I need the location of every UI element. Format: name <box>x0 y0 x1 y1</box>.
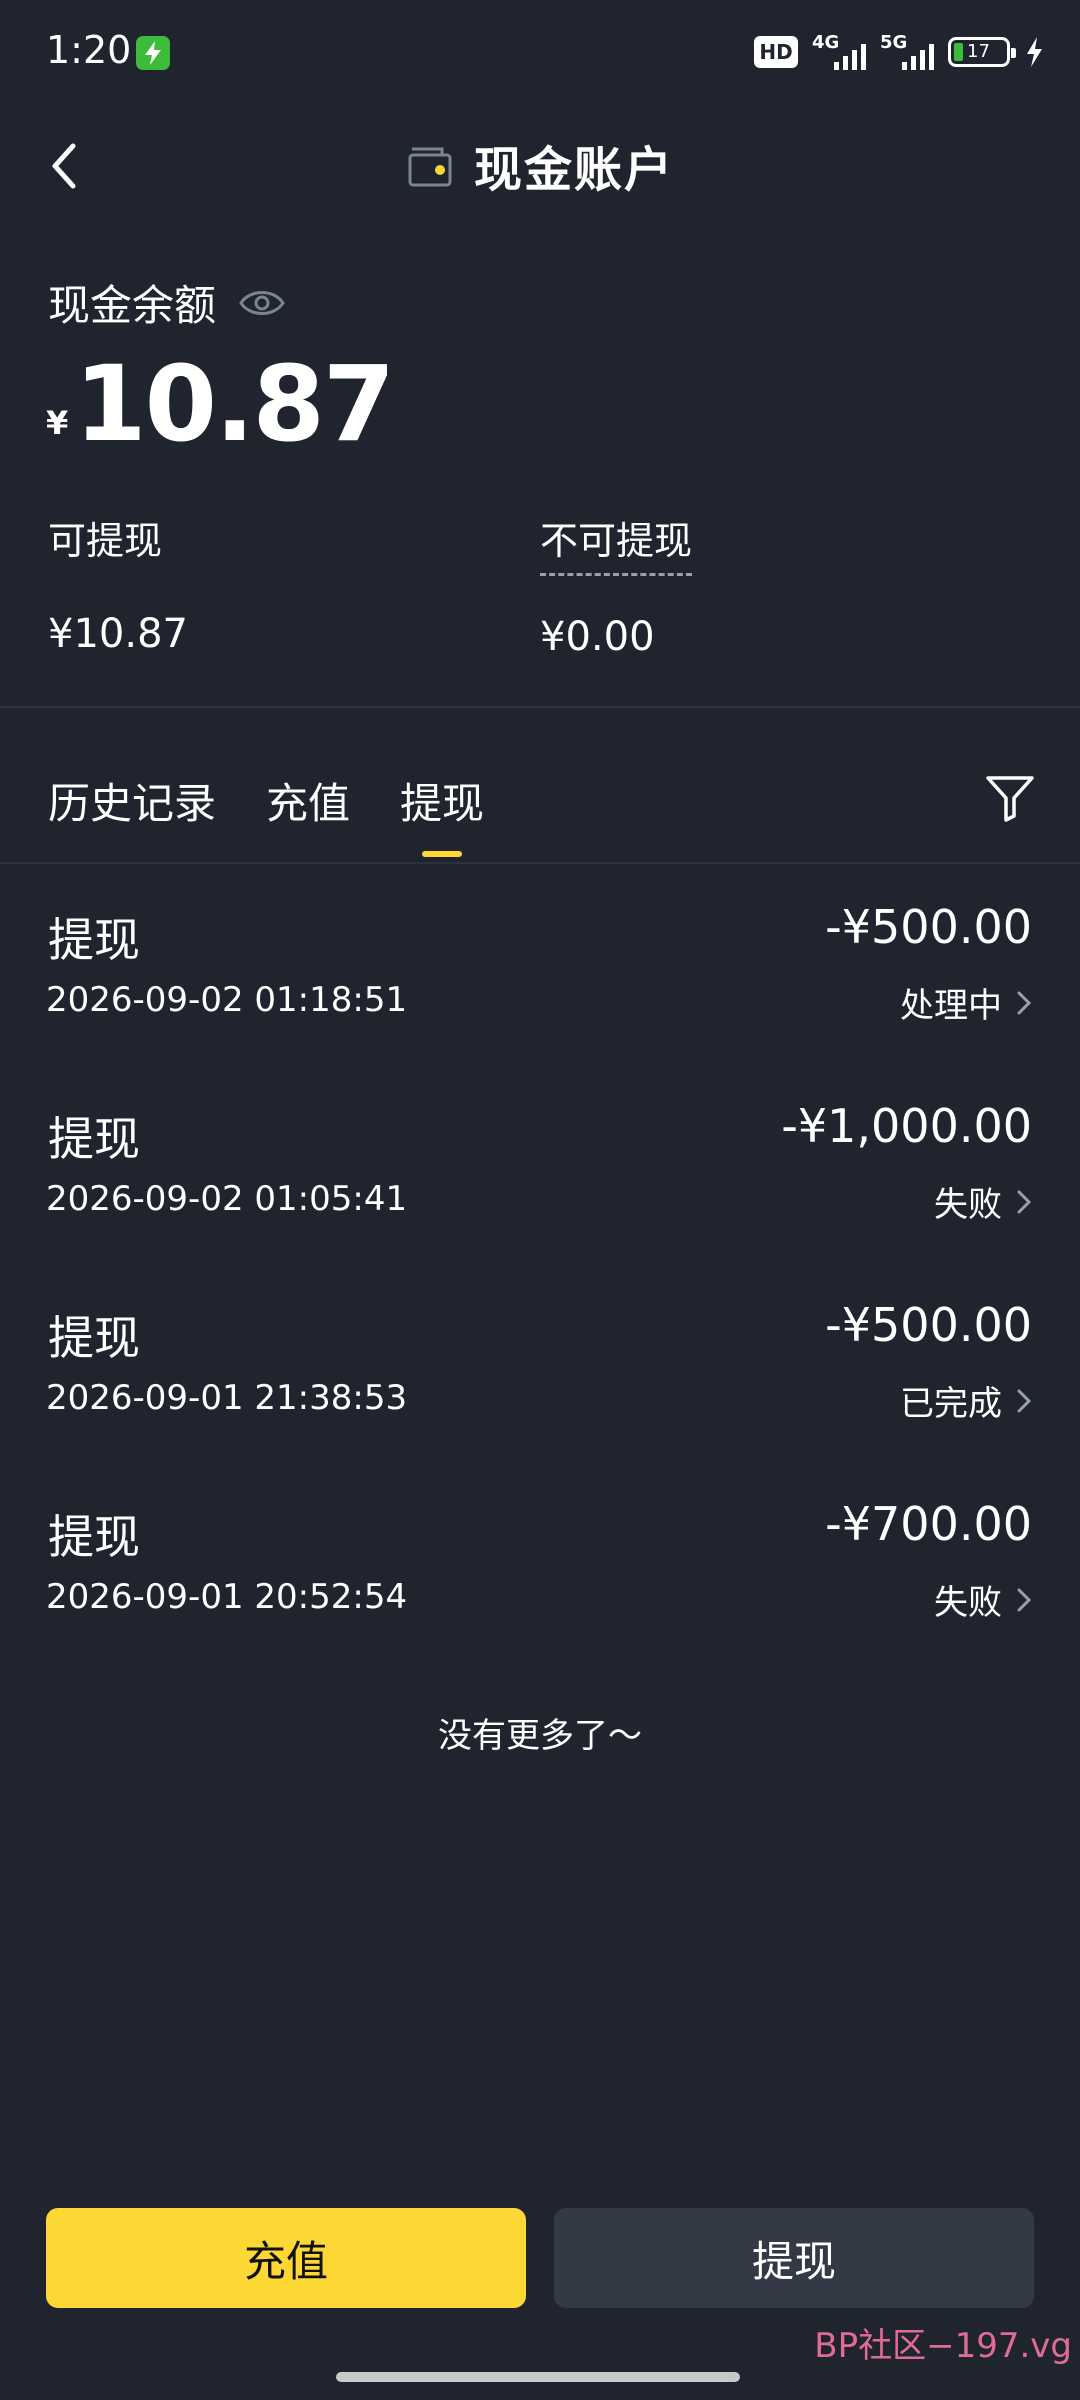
filter-icon[interactable] <box>984 772 1036 824</box>
charging-bolt-icon <box>1027 37 1042 67</box>
balance-value: 10.87 <box>74 343 395 465</box>
record-time: 2026-09-01 20:52:54 <box>46 1577 408 1617</box>
record-type: 提现 <box>48 1510 140 1564</box>
record-status: 失败 <box>934 1575 1032 1624</box>
record-status: 失败 <box>934 1177 1032 1226</box>
record-status-label: 失败 <box>934 1185 1002 1225</box>
chevron-right-icon <box>1017 1588 1032 1611</box>
withdrawable-section: 可提现 ¥10.87 <box>48 510 188 657</box>
wallet-icon <box>408 147 452 187</box>
record-amount: -¥700.00 <box>825 1497 1032 1551</box>
watermark: BP社区−197.vg <box>814 2326 1072 2366</box>
cash-account-screen: 1:20 HD 4G 5G 17 现金账户 现金余额 ¥ 10.87 可提现 ¥… <box>0 0 1080 2400</box>
tab-bar: 历史记录 充值 提现 <box>48 770 484 861</box>
non-withdrawable-value: ¥0.00 <box>540 614 655 660</box>
eye-icon[interactable] <box>238 286 286 320</box>
record-amount: -¥1,000.00 <box>781 1099 1032 1153</box>
currency-symbol: ¥ <box>46 404 69 442</box>
record-status: 已完成 <box>900 1376 1032 1425</box>
chevron-right-icon <box>1017 1389 1032 1412</box>
withdrawable-label: 可提现 <box>48 519 163 563</box>
list-item[interactable]: 提现 -¥500.00 2026-09-01 21:38:53 已完成 <box>0 1278 1080 1477</box>
withdrawable-value: ¥10.87 <box>48 611 188 657</box>
chevron-right-icon <box>1017 991 1032 1014</box>
recharge-button[interactable]: 充值 <box>46 2208 526 2308</box>
signal-5g-icon: 5G <box>880 32 934 72</box>
record-status-label: 已完成 <box>900 1384 1002 1424</box>
chevron-right-icon <box>1017 1190 1032 1213</box>
status-icons: HD 4G 5G 17 <box>754 30 1044 74</box>
balance-amount: ¥ 10.87 <box>46 343 395 465</box>
status-time: 1:20 <box>46 28 132 72</box>
home-indicator[interactable] <box>336 2372 740 2382</box>
hd-icon: HD <box>754 36 798 68</box>
tab-recharge[interactable]: 充值 <box>266 770 350 861</box>
battery-icon: 17 <box>948 37 1016 67</box>
record-type: 提现 <box>48 1311 140 1365</box>
record-status-label: 失败 <box>934 1583 1002 1623</box>
tab-withdraw[interactable]: 提现 <box>400 770 484 861</box>
balance-label: 现金余额 <box>48 281 217 330</box>
record-time: 2026-09-02 01:05:41 <box>46 1179 408 1219</box>
divider <box>0 862 1080 864</box>
list-item[interactable]: 提现 -¥700.00 2026-09-01 20:52:54 失败 <box>0 1477 1080 1676</box>
page-title: 现金账户 <box>473 142 674 198</box>
status-bar: 1:20 HD 4G 5G 17 <box>0 0 1080 106</box>
non-withdrawable-label[interactable]: 不可提现 <box>540 510 693 576</box>
signal-4g-icon: 4G <box>812 32 866 72</box>
record-status-label: 处理中 <box>900 986 1002 1026</box>
record-time: 2026-09-02 01:18:51 <box>46 980 408 1020</box>
record-amount: -¥500.00 <box>825 1298 1032 1352</box>
record-type: 提现 <box>48 1112 140 1166</box>
divider <box>0 706 1080 708</box>
battery-level: 17 <box>967 41 990 62</box>
withdraw-button[interactable]: 提现 <box>554 2208 1034 2308</box>
record-status: 处理中 <box>900 978 1032 1027</box>
record-type: 提现 <box>48 913 140 967</box>
balance-label-row: 现金余额 <box>48 272 286 333</box>
no-more-text: 没有更多了～ <box>438 1716 642 1756</box>
withdraw-record-list: 提现 -¥500.00 2026-09-02 01:18:51 处理中 提现 -… <box>0 880 1080 1676</box>
list-item[interactable]: 提现 -¥1,000.00 2026-09-02 01:05:41 失败 <box>0 1079 1080 1278</box>
record-time: 2026-09-01 21:38:53 <box>46 1378 408 1418</box>
charging-app-icon <box>136 36 170 70</box>
list-item[interactable]: 提现 -¥500.00 2026-09-02 01:18:51 处理中 <box>0 880 1080 1079</box>
non-withdrawable-section: 不可提现 ¥0.00 <box>540 510 693 660</box>
record-amount: -¥500.00 <box>825 900 1032 954</box>
header: 现金账户 <box>0 110 1080 220</box>
tab-history[interactable]: 历史记录 <box>48 770 216 861</box>
